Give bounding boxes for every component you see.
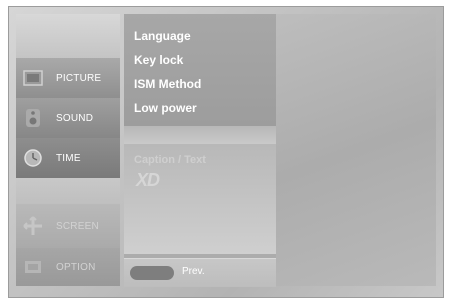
- sidebar-item-label: PICTURE: [56, 72, 102, 84]
- sidebar-item-picture[interactable]: PICTURE: [16, 58, 120, 98]
- sidebar-item-option[interactable]: OPTION: [16, 248, 120, 286]
- menu-item-ism-method[interactable]: ISM Method: [134, 72, 201, 96]
- sidebar-item-label: OPTION: [56, 261, 96, 273]
- sidebar-item-label: SOUND: [56, 112, 94, 124]
- footer-bar: Prev.: [124, 258, 276, 287]
- submenu-list: Language Key lock ISM Method Low power: [134, 24, 201, 120]
- sidebar-header: [16, 14, 120, 58]
- speaker-icon: [26, 109, 40, 127]
- sidebar-item-screen[interactable]: SCREEN: [16, 204, 120, 248]
- preview-area: [276, 14, 436, 286]
- picture-icon: [23, 70, 43, 86]
- menu-item-language[interactable]: Language: [134, 24, 201, 48]
- menu-item-caption-text[interactable]: Caption / Text: [134, 154, 206, 166]
- submenu-lower-section: Caption / Text XD: [124, 144, 276, 254]
- clock-icon: [24, 149, 42, 167]
- submenu-divider: [124, 126, 276, 144]
- prev-button-icon[interactable]: [130, 266, 174, 280]
- sidebar: PICTURE SOUND TIME SCREEN OPTION: [16, 58, 120, 286]
- sidebar-item-label: SCREEN: [56, 220, 99, 232]
- option-icon: [25, 261, 41, 273]
- screen-adjust-icon: [23, 216, 42, 235]
- sidebar-item-time[interactable]: TIME: [16, 138, 120, 178]
- xd-logo: XD: [136, 170, 160, 190]
- submenu-panel: Language Key lock ISM Method Low power C…: [124, 14, 276, 287]
- prev-label: Prev.: [182, 266, 205, 277]
- sidebar-item-label: TIME: [56, 152, 81, 164]
- menu-item-low-power[interactable]: Low power: [134, 96, 201, 120]
- sidebar-item-sound[interactable]: SOUND: [16, 98, 120, 138]
- menu-item-key-lock[interactable]: Key lock: [134, 48, 201, 72]
